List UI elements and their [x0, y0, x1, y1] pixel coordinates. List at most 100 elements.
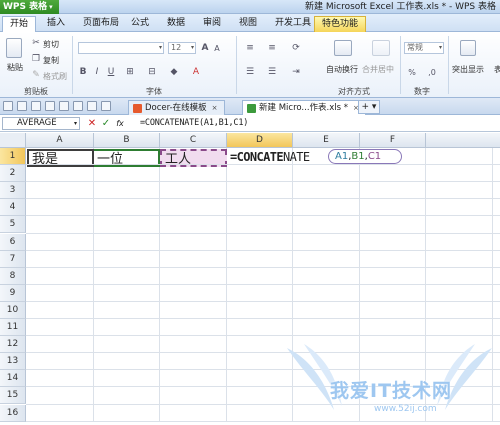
column-header-a[interactable]: A [26, 133, 94, 148]
column-header-f[interactable]: F [360, 133, 426, 148]
borders-icon[interactable]: ⊞ [124, 66, 136, 78]
document-tab-bar: Docer-在线模板 × 新建 Micro...作表.xls * × + ▾ [0, 98, 500, 115]
font-color-icon[interactable]: A [190, 66, 202, 78]
column-header-b[interactable]: B [94, 133, 160, 148]
app-menu-button[interactable]: WPS 表格 ▾ [0, 0, 59, 14]
align-center-icon[interactable]: ☰ [266, 66, 278, 78]
select-all-corner[interactable] [0, 133, 26, 148]
column-header-d[interactable]: D [227, 133, 293, 148]
undo-icon[interactable] [87, 101, 97, 111]
open-file-icon[interactable] [17, 101, 27, 111]
align-left-icon[interactable]: ☰ [244, 66, 256, 78]
highlight-button[interactable]: 突出显示 [452, 64, 484, 75]
row-header[interactable]: 16 [0, 404, 26, 422]
chevron-down-icon: ▾ [158, 44, 162, 51]
grid-line [93, 148, 94, 422]
doc-tab-label: Docer-在线模板 [145, 103, 207, 113]
tab-special-features[interactable]: 特色功能 [314, 16, 367, 32]
tab-developer[interactable]: 开发工具 [268, 16, 318, 32]
tab-insert[interactable]: 插入 [40, 16, 72, 32]
cancel-icon[interactable]: ✕ [86, 117, 98, 130]
app-name: WPS 表格 [3, 2, 48, 12]
name-box[interactable]: AVERAGE ▾ [2, 117, 80, 130]
row-header[interactable]: 4 [0, 199, 26, 217]
save-icon[interactable] [31, 101, 41, 111]
highlight-icon[interactable] [460, 40, 476, 56]
row-header[interactable]: 7 [0, 250, 26, 268]
tab-current-workbook[interactable]: 新建 Micro...作表.xls * × [242, 100, 366, 115]
grid-line [26, 403, 500, 405]
align-top-icon[interactable]: ≡ [244, 42, 256, 54]
row-header[interactable]: 15 [0, 387, 26, 405]
thousands-icon[interactable]: ,0 [424, 66, 440, 78]
doc-tab-label: 新建 Micro...作表.xls * [259, 103, 349, 113]
table-button[interactable]: 表 [494, 64, 500, 75]
text-direction-icon[interactable]: ⟳ [290, 42, 302, 54]
row-header[interactable]: 2 [0, 165, 26, 183]
scissors-icon: ✂ [32, 38, 40, 48]
spellcheck-icon[interactable] [73, 101, 83, 111]
column-header-g[interactable] [426, 133, 500, 148]
tab-docer-templates[interactable]: Docer-在线模板 × [128, 100, 225, 115]
tab-view[interactable]: 视图 [232, 16, 264, 32]
grid-line [359, 148, 360, 422]
new-tab-button[interactable]: + ▾ [358, 100, 380, 114]
spreadsheet-grid[interactable]: A B C D E F 1 2 3 4 5 6 7 8 9 10 11 12 13 14 15 16 我是 一… [0, 133, 500, 422]
grid-line [26, 232, 500, 234]
column-header-c[interactable]: C [160, 133, 227, 148]
tab-data[interactable]: 数据 [160, 16, 192, 32]
tab-home[interactable]: 开始 [2, 16, 37, 32]
row-header[interactable]: 12 [0, 336, 26, 354]
number-group-label: 数字 [414, 87, 430, 96]
formula-input[interactable]: =CONCATENATE(A1,B1,C1) [140, 117, 248, 130]
row-header[interactable]: 5 [0, 216, 26, 234]
tab-review[interactable]: 审阅 [196, 16, 228, 32]
merge-borders-icon[interactable]: ⊟ [146, 66, 158, 78]
grid-line [26, 352, 500, 354]
tab-formulas[interactable]: 公式 [124, 16, 156, 32]
merge-center-button[interactable]: 合并居中 [362, 64, 394, 75]
bold-icon[interactable]: B [78, 66, 88, 78]
merge-center-icon[interactable] [372, 40, 390, 56]
underline-icon[interactable]: U [106, 66, 116, 78]
brush-icon: ✎ [32, 70, 40, 80]
number-format-select[interactable]: 常规 ▾ [404, 42, 444, 54]
indent-icon[interactable]: ⇥ [290, 66, 302, 78]
insert-function-icon[interactable]: fx [114, 117, 126, 130]
fill-color-icon[interactable]: ◆ [168, 66, 180, 78]
redo-icon[interactable] [101, 101, 111, 111]
paste-button[interactable]: 粘贴 [7, 62, 23, 73]
format-painter-button[interactable]: 格式刷 [43, 71, 67, 82]
italic-icon[interactable]: I [92, 66, 102, 78]
row-header[interactable]: 3 [0, 182, 26, 200]
row-header[interactable]: 11 [0, 319, 26, 337]
wrap-text-icon[interactable] [334, 40, 352, 56]
close-icon[interactable]: × [212, 104, 218, 112]
row-header[interactable]: 6 [0, 233, 26, 251]
new-file-icon[interactable] [3, 101, 13, 111]
row-header[interactable]: 14 [0, 370, 26, 388]
font-size-select[interactable]: 12 ▾ [168, 42, 196, 54]
print-preview-icon[interactable] [59, 101, 69, 111]
row-header[interactable]: 9 [0, 284, 26, 302]
align-middle-icon[interactable]: ≡ [266, 42, 278, 54]
row-header[interactable]: 1 [0, 148, 26, 166]
print-icon[interactable] [45, 101, 55, 111]
confirm-icon[interactable]: ✓ [100, 117, 112, 130]
font-name-select[interactable]: ▾ [78, 42, 164, 54]
percent-icon[interactable]: % [404, 66, 420, 78]
row-header[interactable]: 13 [0, 353, 26, 371]
row-header[interactable]: 10 [0, 301, 26, 319]
grid-line [26, 386, 500, 388]
column-header-e[interactable]: E [293, 133, 360, 148]
row-header[interactable]: 8 [0, 267, 26, 285]
copy-button[interactable]: 复制 [43, 55, 59, 66]
wrap-text-button[interactable]: 自动换行 [326, 64, 358, 75]
grid-line [292, 148, 293, 422]
arg-ref-a1: A1 [335, 151, 349, 162]
tab-page-layout[interactable]: 页面布局 [76, 16, 126, 32]
paste-icon[interactable] [6, 38, 22, 58]
font-grow-icon[interactable]: A [200, 42, 210, 54]
font-shrink-icon[interactable]: A [212, 42, 222, 54]
cut-button[interactable]: 剪切 [43, 39, 59, 50]
